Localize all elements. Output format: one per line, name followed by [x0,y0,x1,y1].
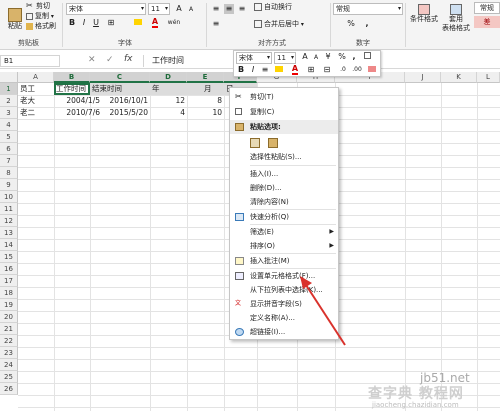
annotation-arrow [300,276,346,346]
arrow-head [300,276,312,289]
watermark-title: 查字典 教程网 [368,386,464,402]
watermark-subtitle: jiaocheng.chazidian.com [372,401,459,409]
arrow-line [305,284,346,346]
